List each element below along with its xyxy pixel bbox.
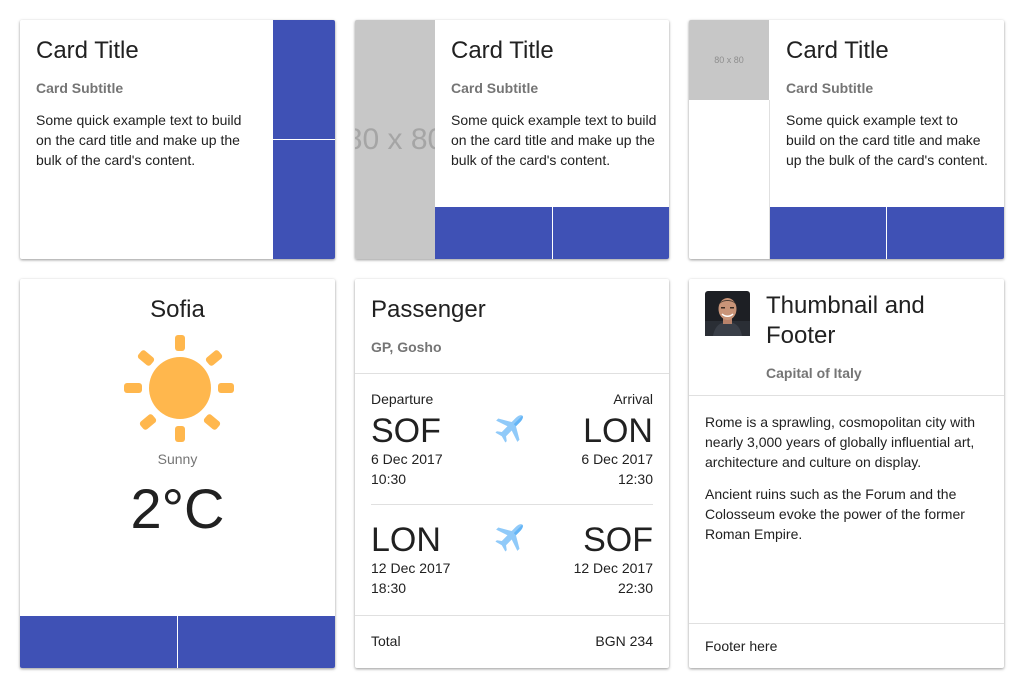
temperature: 2°C bbox=[130, 477, 225, 540]
airplane-icon bbox=[495, 415, 523, 443]
card-2: 80 x 80 Card Title Card Subtitle Some qu… bbox=[355, 20, 669, 259]
card-3: 80 x 80 Card Title Card Subtitle Some qu… bbox=[689, 20, 1004, 259]
card-paragraph: Ancient ruins such as the Forum and the … bbox=[705, 486, 965, 542]
airplane-icon bbox=[495, 524, 523, 552]
thumbnail-card: Thumbnail and Footer Capital of Italy Ro… bbox=[689, 279, 1004, 668]
arrival-label: Arrival bbox=[613, 391, 653, 407]
divider bbox=[355, 615, 669, 616]
card-text: Some quick example text to build on the … bbox=[36, 112, 242, 168]
total-label: Total bbox=[371, 633, 401, 649]
card-action-button-1[interactable] bbox=[435, 207, 552, 259]
avatar bbox=[705, 291, 750, 336]
passenger-card: Passenger GP, Gosho Departure Arrival SO… bbox=[355, 279, 669, 668]
leg-arrival-time: 12:30 bbox=[617, 471, 653, 487]
leg-arrival-time: 22:30 bbox=[617, 580, 653, 596]
leg-from-code: SOF bbox=[371, 412, 441, 450]
card-subtitle: GP, Gosho bbox=[371, 339, 442, 355]
card-title: Card Title bbox=[786, 37, 889, 64]
leg-from-code: LON bbox=[371, 521, 441, 559]
card-title: Thumbnail and Footer bbox=[766, 292, 925, 349]
leg-arrival-date: 6 Dec 2017 bbox=[581, 451, 653, 467]
leg-divider bbox=[371, 504, 653, 505]
total-value: BGN 234 bbox=[595, 633, 653, 649]
card-title: Card Title bbox=[451, 37, 554, 64]
card-1: Card Title Card Subtitle Some quick exam… bbox=[20, 20, 335, 259]
card-subtitle: Card Subtitle bbox=[451, 80, 539, 96]
card-action-button-2[interactable] bbox=[553, 207, 669, 259]
card-subtitle: Card Subtitle bbox=[786, 80, 874, 96]
placeholder-label: 80 x 80 bbox=[714, 55, 744, 65]
card-paragraph: Rome is a sprawling, cosmopolitan city w… bbox=[705, 414, 975, 470]
card-footer: Footer here bbox=[705, 638, 778, 654]
weather-action-button-1[interactable] bbox=[20, 616, 177, 668]
divider bbox=[355, 373, 669, 374]
card-action-button-1[interactable] bbox=[770, 207, 886, 259]
divider bbox=[689, 623, 1004, 624]
leg-departure-time: 18:30 bbox=[371, 580, 407, 596]
card-text: Some quick example text to build on the … bbox=[786, 112, 988, 168]
sun-icon bbox=[124, 335, 234, 442]
image-placeholder: 80 x 80 bbox=[689, 20, 769, 100]
weather-card: Sofia Sunny 2°C bbox=[20, 279, 335, 668]
card-action-button-2[interactable] bbox=[887, 207, 1004, 259]
leg-to-code: SOF bbox=[583, 521, 653, 559]
placeholder-label: 80 x 80 bbox=[355, 122, 435, 156]
leg-departure-time: 10:30 bbox=[371, 471, 407, 487]
weather-condition: Sunny bbox=[157, 451, 198, 467]
city-name: Sofia bbox=[150, 296, 205, 323]
leg-to-code: LON bbox=[583, 412, 653, 450]
weather-action-button-2[interactable] bbox=[178, 616, 335, 668]
card-title: Card Title bbox=[36, 37, 139, 64]
card-text: Some quick example text to build on the … bbox=[451, 112, 657, 168]
card-action-button-1[interactable] bbox=[273, 20, 335, 139]
image-placeholder: 80 x 80 bbox=[355, 20, 435, 259]
card-subtitle: Card Subtitle bbox=[36, 80, 124, 96]
leg-arrival-date: 12 Dec 2017 bbox=[573, 560, 653, 576]
leg-departure-date: 6 Dec 2017 bbox=[371, 451, 443, 467]
card-action-button-2[interactable] bbox=[273, 140, 335, 259]
card-subtitle: Capital of Italy bbox=[766, 365, 862, 381]
departure-label: Departure bbox=[371, 391, 434, 407]
card-title: Passenger bbox=[371, 296, 486, 323]
leg-departure-date: 12 Dec 2017 bbox=[371, 560, 451, 576]
divider bbox=[689, 395, 1004, 396]
